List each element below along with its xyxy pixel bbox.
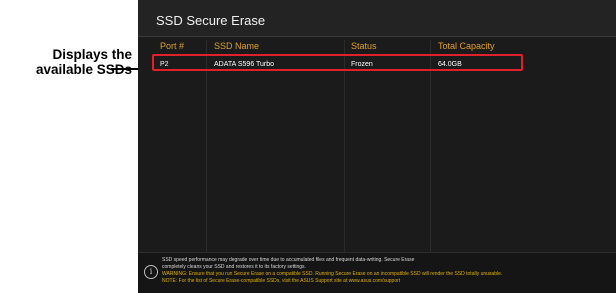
info-icon: i	[144, 265, 158, 279]
footer-line-1: SSD speed performance may degrade over t…	[162, 257, 415, 263]
title-bar: SSD Secure Erase	[138, 0, 616, 37]
callout-line-1: Displays the	[52, 47, 132, 62]
column-separator	[344, 40, 345, 252]
footer-warning: WARNING: Ensure that you run Secure Eras…	[162, 271, 503, 277]
column-separator	[206, 40, 207, 252]
header-port: Port #	[160, 41, 185, 51]
info-footer: i SSD speed performance may degrade over…	[138, 252, 616, 293]
footer-note: NOTE: For the list of Secure Erase-compa…	[162, 278, 401, 284]
column-separator	[430, 40, 431, 252]
ssd-secure-erase-panel: SSD Secure Erase Port # SSD Name Status …	[138, 0, 616, 293]
window-title: SSD Secure Erase	[156, 13, 266, 28]
row-highlight-box	[152, 54, 523, 71]
callout-label: Displays the available SSDs	[0, 47, 132, 77]
header-status: Status	[351, 41, 377, 51]
footer-line-2: completely cleans your SSD and restores …	[162, 264, 306, 270]
header-ssd-name: SSD Name	[214, 41, 260, 51]
header-total-capacity: Total Capacity	[438, 41, 495, 51]
